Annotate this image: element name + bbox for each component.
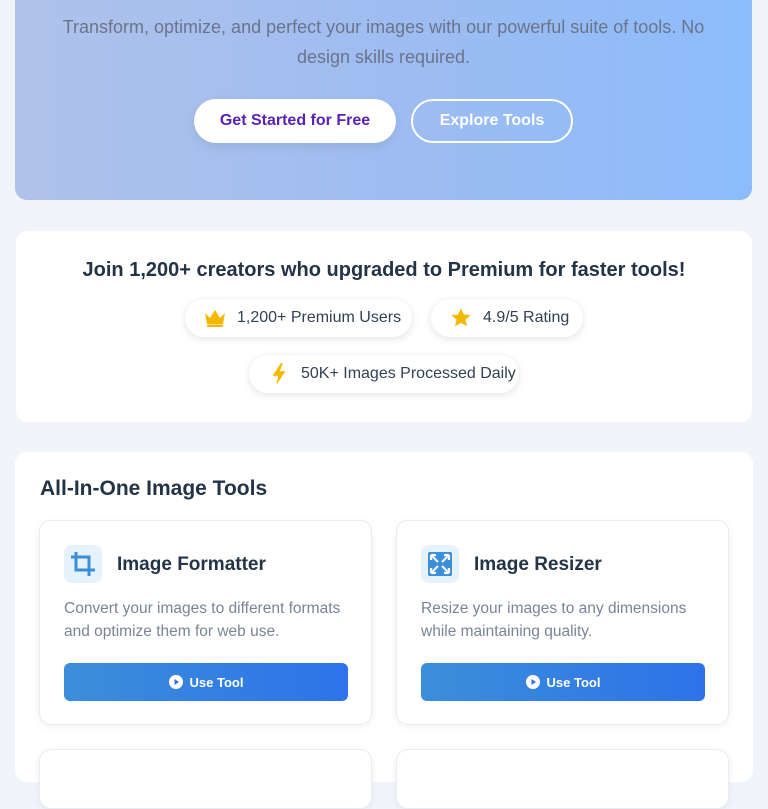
use-tool-button[interactable]: Use Tool — [421, 663, 705, 701]
explore-tools-button[interactable]: Explore Tools — [411, 99, 573, 143]
stat-label: 1,200+ Premium Users — [237, 309, 402, 326]
crown-icon — [203, 306, 227, 330]
get-started-button[interactable]: Get Started for Free — [194, 99, 396, 143]
tools-section: All-In-One Image Tools Image Formatter C… — [15, 452, 753, 809]
hero-section: Transform, optimize, and perfect your im… — [15, 0, 752, 200]
crop-icon — [64, 545, 102, 583]
tool-description: Resize your images to any dimensions whi… — [421, 600, 687, 640]
tool-card — [396, 749, 729, 809]
use-tool-label: Use Tool — [189, 674, 244, 690]
use-tool-label: Use Tool — [546, 674, 601, 690]
tools-section-title: All-In-One Image Tools — [40, 477, 268, 500]
stat-pill-premium-users: 1,200+ Premium Users — [185, 299, 412, 337]
hero-buttons: Get Started for Free Explore Tools — [15, 99, 752, 143]
play-circle-icon — [525, 675, 540, 689]
tool-card-image-resizer: Image Resizer Resize your images to any … — [396, 520, 729, 725]
tool-description: Convert your images to different formats… — [64, 600, 341, 640]
stat-label: 50K+ Images Processed Daily — [301, 365, 516, 382]
bolt-icon — [267, 362, 291, 386]
tool-card — [39, 749, 372, 809]
star-icon — [449, 306, 473, 330]
use-tool-button[interactable]: Use Tool — [64, 663, 348, 701]
stat-pill-rating: 4.9/5 Rating — [431, 299, 583, 337]
stat-label: 4.9/5 Rating — [483, 309, 570, 326]
tool-card-image-formatter: Image Formatter Convert your images to d… — [39, 520, 372, 725]
play-circle-icon — [168, 675, 183, 689]
social-proof-card: Join 1,200+ creators who upgraded to Pre… — [16, 231, 752, 422]
tool-name: Image Resizer — [474, 554, 602, 575]
tool-name: Image Formatter — [117, 554, 266, 575]
social-proof-title: Join 1,200+ creators who upgraded to Pre… — [82, 259, 686, 281]
stat-pill-images-daily: 50K+ Images Processed Daily — [249, 355, 519, 393]
hero-subtitle: Transform, optimize, and perfect your im… — [62, 17, 705, 67]
expand-icon — [421, 545, 459, 583]
